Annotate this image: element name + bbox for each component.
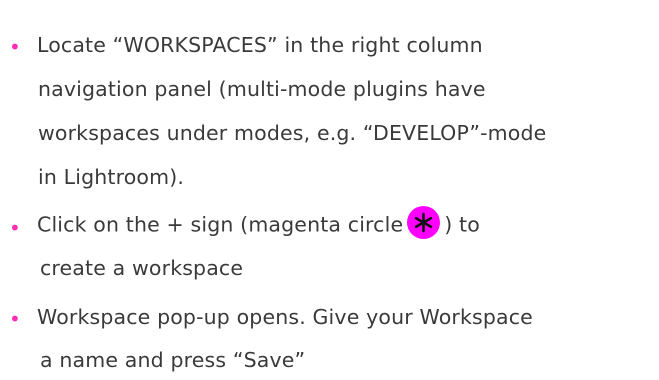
asterisk-icon — [415, 212, 433, 233]
step-3-line-2: a name and press “Save” — [40, 348, 306, 372]
step-2-text-before-icon: Click on the + sign (magenta circle — [37, 212, 404, 237]
bullet: • — [9, 307, 21, 331]
step-1-line-1: Locate “WORKSPACES” in the right column — [37, 33, 483, 57]
step-2-line-1: Click on the + sign (magenta circle ) to — [37, 206, 480, 240]
step-1-line-3: workspaces under modes, e.g. “DEVELOP”-m… — [38, 121, 547, 145]
step-1-line-4: in Lightroom). — [38, 165, 185, 189]
bullet: • — [9, 216, 21, 240]
step-2-text-after-icon: ) to — [444, 212, 480, 237]
magenta-circle-icon — [407, 206, 441, 239]
step-1-line-2: navigation panel (multi-mode plugins hav… — [38, 77, 486, 101]
bullet: • — [9, 35, 21, 59]
step-3-line-1: Workspace pop-up opens. Give your Worksp… — [37, 305, 533, 329]
step-2-line-2: create a workspace — [40, 256, 244, 280]
